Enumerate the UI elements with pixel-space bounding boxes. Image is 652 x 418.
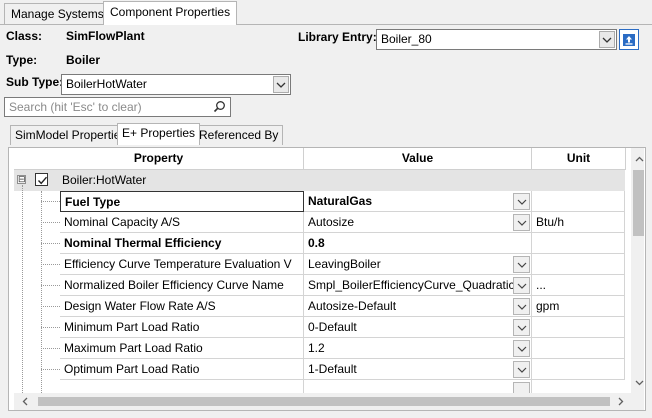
property-cell: Nominal Capacity A/S (60, 212, 304, 233)
chevron-down-icon[interactable] (513, 193, 530, 210)
value-cell[interactable]: Smpl_BoilerEfficiencyCurve_Quadratic (304, 275, 532, 296)
value-cell[interactable]: 0.8 (304, 233, 532, 254)
subtype-label: Sub Type: (6, 75, 64, 89)
magnifier-icon[interactable] (213, 100, 226, 118)
table-row[interactable]: Normalized Boiler Efficiency Curve Name … (14, 275, 625, 296)
tab-component-properties[interactable]: Component Properties (103, 1, 238, 25)
value-cell[interactable]: LeavingBoiler (304, 254, 532, 275)
type-label: Type: (6, 53, 38, 67)
value-cell[interactable] (304, 380, 532, 393)
value-cell[interactable]: NaturalGas (304, 191, 532, 212)
library-entry-combo[interactable]: Boiler_80 (376, 29, 617, 50)
vertical-scrollbar[interactable] (631, 148, 644, 410)
vertical-scroll-thumb[interactable] (633, 170, 644, 236)
chevron-down-icon[interactable] (513, 298, 530, 315)
scroll-left-icon[interactable] (16, 393, 33, 410)
value-cell[interactable]: 1-Default (304, 359, 532, 380)
scroll-up-icon[interactable] (631, 150, 644, 167)
property-cell: Fuel Type (60, 191, 304, 212)
scroll-right-icon[interactable] (612, 393, 629, 410)
value-cell[interactable]: Autosize-Default (304, 296, 532, 317)
tab-panel-border (0, 24, 652, 25)
checkmark-icon (37, 176, 48, 185)
library-entry-value: Boiler_80 (381, 32, 432, 46)
property-cell: Design Water Flow Rate A/S (60, 296, 304, 317)
unit-cell (532, 317, 625, 338)
chevron-down-icon[interactable] (513, 214, 530, 231)
library-entry-label: Library Entry: (298, 30, 377, 44)
unit-cell (532, 254, 625, 275)
column-header-unit[interactable]: Unit (532, 148, 626, 170)
unit-cell: gpm (532, 296, 625, 317)
subtype-combo-value: BoilerHotWater (66, 77, 147, 91)
browse-button[interactable]: ... (532, 275, 625, 296)
tab-referenced-by[interactable]: Referenced By (194, 125, 284, 145)
unit-cell (532, 359, 625, 380)
collapse-icon[interactable]: ⊟ (17, 175, 26, 184)
horizontal-scroll-thumb[interactable] (38, 397, 610, 406)
upload-icon (623, 33, 635, 46)
column-header-value[interactable]: Value (304, 148, 532, 170)
table-row[interactable] (14, 380, 625, 393)
table-row[interactable]: Nominal Capacity A/S Autosize Btu/h (14, 212, 625, 233)
property-cell: Minimum Part Load Ratio (60, 317, 304, 338)
tab-manage-systems[interactable]: Manage Systems (4, 3, 111, 25)
group-label: Boiler:HotWater (62, 173, 147, 187)
table-row[interactable]: Nominal Thermal Efficiency 0.8 (14, 233, 625, 254)
search-placeholder: Search (hit 'Esc' to clear) (9, 100, 142, 114)
table-row[interactable]: Maximum Part Load Ratio 1.2 (14, 338, 625, 359)
property-cell: Efficiency Curve Temperature Evaluation … (60, 254, 304, 275)
property-cell: Normalized Boiler Efficiency Curve Name (60, 275, 304, 296)
search-input[interactable]: Search (hit 'Esc' to clear) (4, 97, 231, 117)
chevron-down-icon[interactable] (513, 319, 530, 336)
column-header-property[interactable]: Property (14, 148, 304, 170)
property-cell: Nominal Thermal Efficiency (60, 233, 304, 254)
type-value: Boiler (66, 53, 101, 67)
value-cell[interactable]: 1.2 (304, 338, 532, 359)
table-row[interactable]: Minimum Part Load Ratio 0-Default (14, 317, 625, 338)
chevron-down-icon[interactable] (273, 76, 289, 93)
property-cell: Maximum Part Load Ratio (60, 338, 304, 359)
class-label: Class: (6, 29, 43, 43)
table-row[interactable]: Design Water Flow Rate A/S Autosize-Defa… (14, 296, 625, 317)
group-checkbox[interactable] (35, 173, 48, 186)
chevron-down-icon[interactable] (513, 256, 530, 273)
scroll-down-icon[interactable] (631, 374, 644, 391)
property-cell: Optimum Part Load Ratio (60, 359, 304, 380)
table-row[interactable]: Fuel Type NaturalGas (14, 191, 625, 212)
table-row[interactable]: Efficiency Curve Temperature Evaluation … (14, 254, 625, 275)
unit-cell (532, 191, 625, 212)
chevron-down-icon[interactable] (513, 277, 530, 294)
unit-cell (532, 233, 625, 254)
unit-cell (532, 338, 625, 359)
class-value: SimFlowPlant (66, 29, 145, 43)
export-button[interactable] (619, 29, 639, 50)
value-cell[interactable]: 0-Default (304, 317, 532, 338)
chevron-down-icon[interactable] (513, 361, 530, 378)
value-cell[interactable]: Autosize (304, 212, 532, 233)
subtype-combo[interactable]: BoilerHotWater (61, 74, 291, 95)
property-grid: Property Value Unit ⊟ Boiler:HotWater Fu… (8, 147, 646, 411)
table-row[interactable]: Optimum Part Load Ratio 1-Default (14, 359, 625, 380)
group-row[interactable]: ⊟ Boiler:HotWater (14, 170, 625, 191)
chevron-down-icon[interactable] (513, 382, 530, 393)
chevron-down-icon[interactable] (599, 31, 615, 48)
horizontal-scrollbar[interactable] (14, 393, 631, 410)
tab-simmodel-properties[interactable]: SimModel Properties (10, 125, 132, 145)
property-cell (60, 380, 304, 393)
tab-eplus-properties[interactable]: E+ Properties (117, 123, 201, 145)
unit-cell: Btu/h (532, 212, 625, 233)
chevron-down-icon[interactable] (513, 340, 530, 357)
